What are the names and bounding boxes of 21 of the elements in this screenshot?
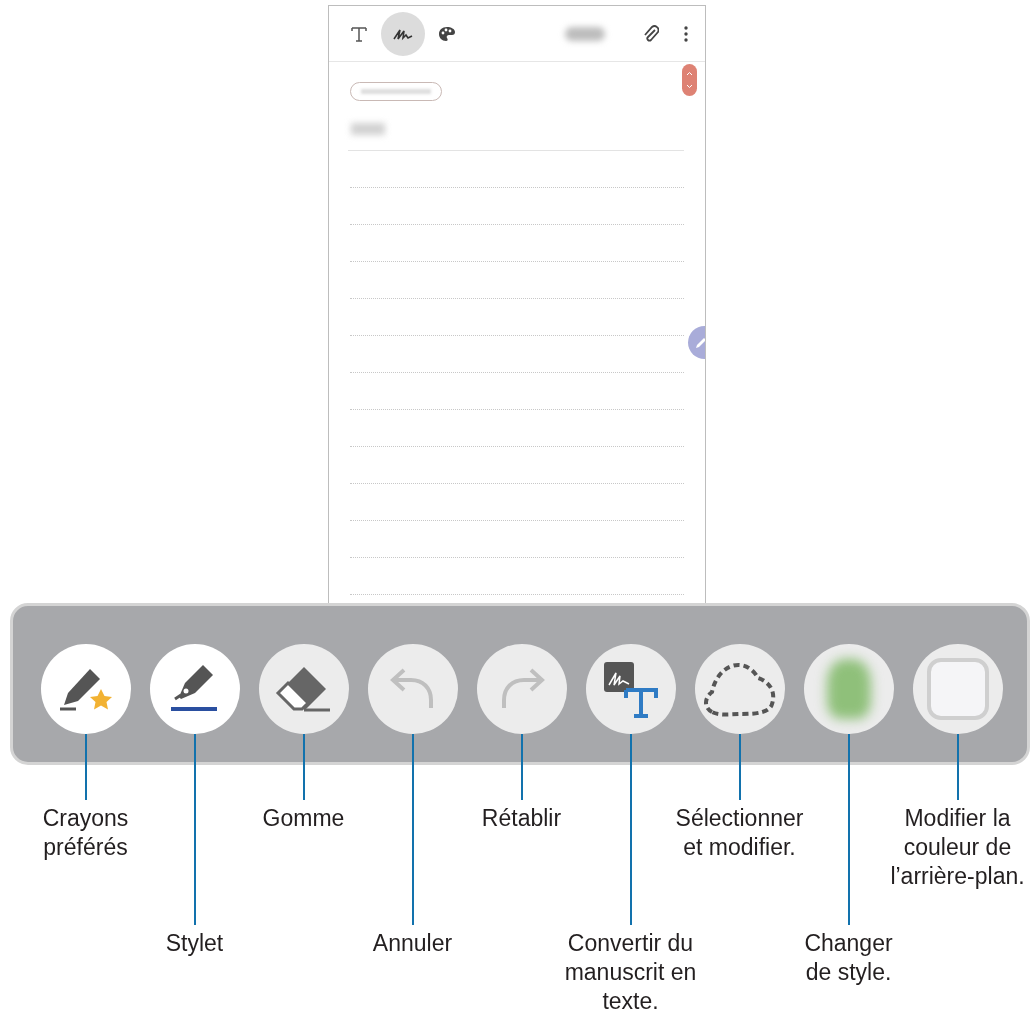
callout-label: Stylet <box>165 929 224 958</box>
leader-line <box>84 734 87 800</box>
callout-label: Gomme <box>262 804 345 833</box>
palette-icon <box>438 25 456 42</box>
leader-line <box>302 734 305 800</box>
callout-label: Sélectionner et modifier. <box>675 804 804 862</box>
callout-label: Crayons préférés <box>42 804 129 862</box>
pen-tool-button[interactable] <box>381 11 425 56</box>
leader-line <box>956 734 959 800</box>
callout-label: Modifier la couleur de l’arrière-plan. <box>890 804 1025 891</box>
callout-label: Changer de style. <box>804 929 893 987</box>
leader-line <box>738 734 741 800</box>
callout-label: Annuler <box>372 929 453 958</box>
leader-line <box>520 734 523 800</box>
paperclip-icon <box>643 23 659 44</box>
text-icon <box>350 24 368 43</box>
kebab-icon <box>684 25 688 42</box>
scroll-handle[interactable] <box>682 64 697 96</box>
blurred-title <box>351 123 385 135</box>
callout-label: Convertir du manuscrit en texte. <box>564 929 697 1016</box>
callout-label: Rétablir <box>481 804 562 833</box>
